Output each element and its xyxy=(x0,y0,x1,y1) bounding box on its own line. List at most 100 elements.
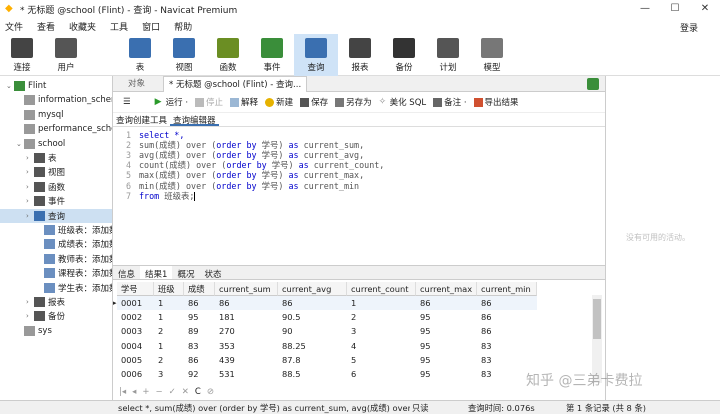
toolbar-plug-button[interactable]: 连接 xyxy=(0,34,44,76)
tab-query-editor[interactable]: 查询编辑器 xyxy=(170,113,219,126)
table-cell[interactable]: 1 xyxy=(154,339,184,353)
table-cell[interactable]: 86 xyxy=(477,296,537,310)
table-cell[interactable]: 95 xyxy=(416,367,477,381)
table-cell[interactable]: 2 xyxy=(154,353,184,367)
tree-item[interactable]: 教师表：添加数据 xyxy=(36,252,112,266)
tab-info[interactable]: 信息 xyxy=(113,266,140,280)
expand-arrow-icon[interactable]: › xyxy=(26,168,34,176)
toolbar-table-button[interactable]: 表 xyxy=(118,34,162,76)
column-header[interactable]: current_sum xyxy=(215,282,278,296)
table-row[interactable]: 0002 1 95 181 90.5 2 95 86 xyxy=(113,310,593,324)
expand-arrow-icon[interactable]: › xyxy=(26,183,34,191)
tree-item[interactable]: › 备份 xyxy=(26,309,65,323)
tab-status[interactable]: 状态 xyxy=(199,266,226,280)
column-header[interactable]: 班级 xyxy=(154,282,184,296)
table-cell[interactable]: 3 xyxy=(154,367,184,381)
tree-item[interactable]: › 函数 xyxy=(26,180,65,194)
tree-item[interactable]: information_schema xyxy=(16,93,112,107)
sql-editor[interactable]: 1 select *, 2 sum(成绩) over (order by 学号) as… xyxy=(113,127,605,264)
table-cell[interactable]: 0003 xyxy=(117,324,154,338)
table-cell[interactable]: 2 xyxy=(347,310,416,324)
table-cell[interactable]: 88.25 xyxy=(278,339,347,353)
tree-item[interactable]: 课程表：添加数据 xyxy=(36,266,112,280)
tree-item[interactable]: ⌄ Flint xyxy=(6,79,46,93)
menu-item[interactable]: 文件 xyxy=(5,20,23,33)
table-cell[interactable]: 86 xyxy=(184,296,215,310)
table-cell[interactable]: 83 xyxy=(477,339,537,353)
toolbar-user-button[interactable]: 用户 xyxy=(44,34,88,76)
add-record-icon[interactable]: + xyxy=(142,387,149,397)
toolbar-view-button[interactable]: 视图 xyxy=(162,34,206,76)
tree-item[interactable]: 学生表：添加数据 xyxy=(36,281,112,295)
tree-item[interactable]: ⌄ school xyxy=(16,137,65,151)
table-cell[interactable]: 0001 xyxy=(117,296,154,310)
explain-button[interactable]: 解释 xyxy=(230,96,258,108)
table-cell[interactable]: 87.8 xyxy=(278,353,347,367)
run-button[interactable]: ▶ 运行 · xyxy=(155,96,188,108)
table-cell[interactable]: 0006 xyxy=(117,367,154,381)
table-cell[interactable]: 86 xyxy=(416,296,477,310)
table-cell[interactable]: 86 xyxy=(215,296,278,310)
tab-profile[interactable]: 概况 xyxy=(172,266,199,280)
tab-objects[interactable]: 对象 xyxy=(123,76,150,92)
scrollbar-thumb[interactable] xyxy=(593,299,601,339)
tab-result1[interactable]: 结果1 xyxy=(140,266,173,280)
table-cell[interactable]: 95 xyxy=(416,353,477,367)
column-header[interactable]: current_min xyxy=(477,282,537,296)
table-cell[interactable]: 90 xyxy=(278,324,347,338)
toolbar-report-button[interactable]: 报表 xyxy=(338,34,382,76)
table-cell[interactable]: 90.5 xyxy=(278,310,347,324)
menu-icon[interactable]: ☰ xyxy=(123,97,131,107)
table-row[interactable]: 0003 2 89 270 90 3 95 86 xyxy=(113,324,593,338)
prev-record-icon[interactable]: ◂ xyxy=(132,387,136,397)
toolbar-event-button[interactable]: 事件 xyxy=(250,34,294,76)
tree-item[interactable]: › 报表 xyxy=(26,295,65,309)
table-cell[interactable]: 1 xyxy=(154,310,184,324)
table-cell[interactable]: 83 xyxy=(477,353,537,367)
menu-item[interactable]: 帮助 xyxy=(174,20,192,33)
table-cell[interactable]: 5 xyxy=(347,353,416,367)
new-button[interactable]: 新建 xyxy=(265,96,293,108)
table-cell[interactable]: 95 xyxy=(416,310,477,324)
menu-item[interactable]: 工具 xyxy=(110,20,128,33)
table-cell[interactable]: 6 xyxy=(347,367,416,381)
tree-item[interactable]: › 事件 xyxy=(26,194,65,208)
table-cell[interactable]: 88.5 xyxy=(278,367,347,381)
expand-arrow-icon[interactable]: › xyxy=(26,298,34,306)
tree-item[interactable]: mysql xyxy=(16,108,64,122)
export-button[interactable]: 导出结果 xyxy=(473,96,519,108)
save-button[interactable]: 保存 xyxy=(300,96,328,108)
tree-item[interactable]: sys xyxy=(16,324,52,338)
tree-item[interactable]: performance_schema xyxy=(16,122,112,136)
table-cell[interactable]: 92 xyxy=(184,367,215,381)
table-cell[interactable]: 4 xyxy=(347,339,416,353)
tree-item[interactable]: 成绩表：添加数据 xyxy=(36,237,112,251)
add-info-icon[interactable] xyxy=(587,78,599,90)
toolbar-backup-button[interactable]: 备份 xyxy=(382,34,426,76)
close-icon[interactable]: ✕ xyxy=(690,0,720,18)
tree-item[interactable]: › 表 xyxy=(26,151,57,165)
column-header[interactable]: 成绩 xyxy=(184,282,215,296)
table-cell[interactable]: 3 xyxy=(347,324,416,338)
expand-arrow-icon[interactable]: › xyxy=(26,312,34,320)
table-cell[interactable]: 1 xyxy=(154,296,184,310)
table-cell[interactable]: 95 xyxy=(416,339,477,353)
table-cell[interactable]: 83 xyxy=(184,339,215,353)
table-cell[interactable]: 181 xyxy=(215,310,278,324)
stop-icon[interactable]: ⊘ xyxy=(207,387,214,397)
menu-item[interactable]: 收藏夹 xyxy=(69,20,96,33)
expand-arrow-icon[interactable]: ⌄ xyxy=(6,82,14,90)
expand-arrow-icon[interactable]: ⌄ xyxy=(16,140,24,148)
tree-item[interactable]: › 视图 xyxy=(26,165,65,179)
column-header[interactable]: 学号 xyxy=(117,282,154,296)
minimize-icon[interactable]: — xyxy=(630,0,660,18)
maximize-icon[interactable]: ☐ xyxy=(660,0,690,18)
apply-icon[interactable]: ✓ xyxy=(169,387,176,397)
table-row[interactable]: ▸ 0001 1 86 86 86 1 86 86 xyxy=(113,296,593,310)
table-cell[interactable]: 86 xyxy=(278,296,347,310)
table-cell[interactable]: 2 xyxy=(154,324,184,338)
table-cell[interactable]: 353 xyxy=(215,339,278,353)
table-cell[interactable]: 1 xyxy=(347,296,416,310)
toolbar-query-button[interactable]: 查询 xyxy=(294,34,338,76)
table-cell[interactable]: 95 xyxy=(184,310,215,324)
